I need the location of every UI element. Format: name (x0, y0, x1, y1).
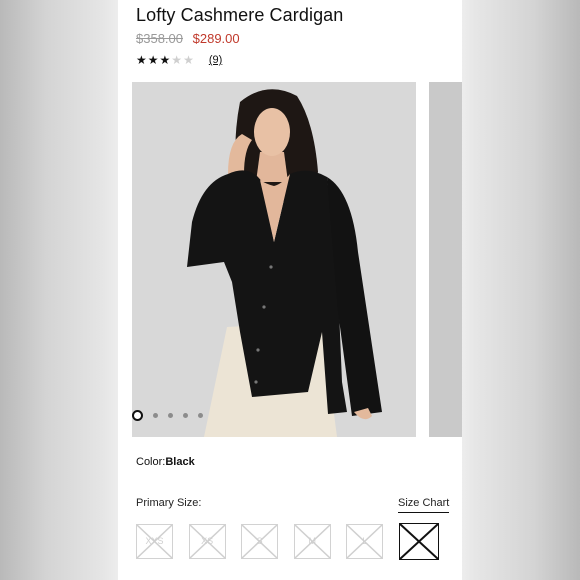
next-image-peek[interactable] (429, 82, 462, 437)
price-row: $358.00 $289.00 (136, 31, 240, 46)
sale-price: $289.00 (192, 31, 240, 46)
size-chart-link[interactable]: Size Chart (398, 497, 450, 513)
unavailable-cross-icon (242, 525, 277, 558)
color-label: Color: (136, 456, 166, 468)
carousel-dot[interactable] (183, 413, 188, 418)
carousel-dot[interactable] (168, 413, 173, 418)
star-rating: ★★★★★ (136, 53, 195, 67)
product-image[interactable] (132, 82, 416, 437)
star-empty-icon: ★ (183, 53, 194, 67)
rating-row[interactable]: ★★★★★ (9) (136, 53, 222, 67)
product-title: Lofty Cashmere Cardigan (136, 5, 344, 25)
unavailable-cross-icon (347, 525, 382, 558)
size-option[interactable]: L (346, 524, 384, 559)
size-options: XXS XS SML (136, 523, 439, 560)
unavailable-cross-icon (295, 525, 330, 558)
unavailable-cross-icon (190, 525, 225, 558)
star-filled-icon: ★ (147, 53, 159, 67)
carousel-dots (132, 410, 213, 421)
model-photo (132, 82, 416, 437)
product-page: Lofty Cashmere Cardigan $358.00 $289.00 … (118, 0, 462, 580)
size-option[interactable] (398, 523, 439, 560)
star-filled-icon: ★ (136, 53, 147, 67)
color-selector: Color:Black (136, 456, 195, 468)
color-value: Black (165, 456, 195, 468)
size-option[interactable]: M (293, 524, 331, 559)
size-option[interactable]: XXS (136, 524, 173, 559)
star-empty-icon: ★ (171, 53, 183, 67)
carousel-dot[interactable] (198, 413, 203, 418)
size-option[interactable]: XS (188, 524, 226, 559)
carousel-dot[interactable] (132, 410, 143, 421)
unavailable-cross-icon (400, 524, 438, 559)
carousel-dot[interactable] (153, 413, 158, 418)
primary-size-label: Primary Size: (136, 497, 202, 509)
star-filled-icon: ★ (159, 53, 171, 67)
size-option[interactable]: S (241, 524, 279, 559)
original-price: $358.00 (136, 31, 183, 46)
unavailable-cross-icon (137, 525, 172, 558)
review-count-link[interactable]: (9) (209, 54, 222, 66)
